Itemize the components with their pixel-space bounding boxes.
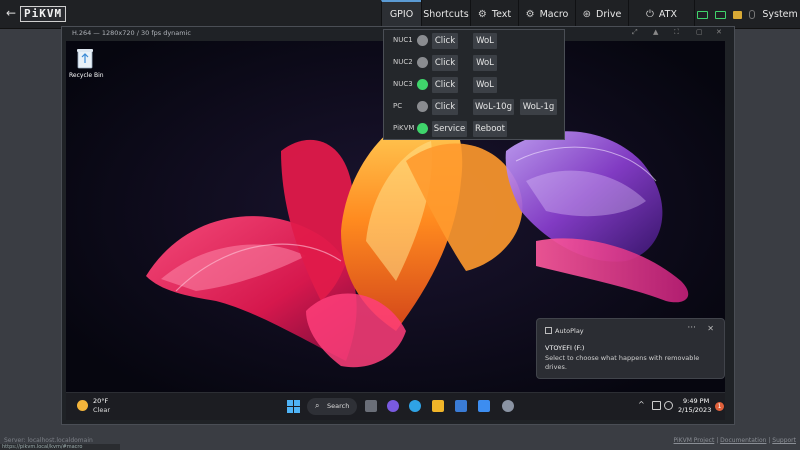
close-icon[interactable]: ✕	[716, 28, 722, 36]
maximize-icon[interactable]: ▢	[696, 28, 703, 36]
display-tray-icon[interactable]	[652, 401, 661, 410]
tab-shortcuts[interactable]: Shortcuts	[421, 0, 470, 29]
power-icon: ⏻	[646, 9, 654, 20]
fullscreen-icon[interactable]: ⛶	[674, 28, 679, 37]
pikvm-project-link[interactable]: PiKVM Project	[674, 437, 715, 444]
clock-date[interactable]: 2/15/2023	[678, 406, 711, 414]
gpio-name: NUC2	[393, 58, 413, 66]
chat-icon[interactable]	[387, 400, 399, 412]
recycle-bin-label: Recycle Bin	[69, 72, 104, 79]
gear-icon: ⚙	[477, 9, 487, 20]
nuc3-click-button[interactable]: Click	[432, 77, 458, 93]
server-status-text: Server: localhost.localdomain	[4, 437, 93, 444]
close-notification-icon[interactable]: ✕	[707, 324, 714, 333]
mouse-status-icon	[749, 10, 756, 19]
recycle-bin-icon[interactable]	[76, 47, 94, 69]
stream-title: H.264 — 1280x720 / 30 fps dynamic	[72, 29, 191, 37]
tab-macro-label: Macro	[539, 9, 569, 20]
autoplay-notification[interactable]: AutoPlay ··· ✕ VTOYEFI (F:) Select to ch…	[536, 318, 725, 379]
gpio-row: NUC1 Click WoL	[384, 33, 564, 49]
pikvm-logo[interactable]: PiKVM	[20, 6, 67, 22]
tab-drive-label: Drive	[596, 9, 622, 20]
back-arrow-icon[interactable]: ←	[6, 6, 16, 20]
monitor-status-icon	[697, 10, 709, 19]
top-navbar: ← PiKVM GPIO Shortcuts ⚙ Text ⚙ Macro ⊛ Dri…	[0, 0, 800, 29]
gpio-dropdown: NUC1 Click WoL NUC2 Click WoL NUC3 Click…	[383, 29, 565, 140]
pikvm-service-button[interactable]: Service	[432, 121, 467, 137]
tab-text[interactable]: ⚙ Text	[470, 0, 518, 29]
gpio-name: PC	[393, 102, 403, 110]
file-explorer-icon[interactable]	[432, 400, 444, 412]
tab-text-label: Text	[491, 9, 512, 20]
nuc1-click-button[interactable]: Click	[432, 33, 458, 49]
search-icon: ⌕	[315, 401, 320, 410]
hover-url-bar: https://pikvm.local/kvm/#macro	[0, 444, 120, 450]
gpio-row: NUC3 Click WoL	[384, 77, 564, 93]
weather-description[interactable]: Clear	[93, 406, 110, 414]
footer-links: PiKVM Project | Documentation | Support	[673, 437, 796, 444]
notification-title: VTOYEFI (F:)	[545, 344, 585, 352]
weather-moon-icon[interactable]	[77, 400, 88, 411]
more-options-icon[interactable]: ···	[687, 323, 696, 333]
gpio-row: PC Click WoL-10g WoL-1g	[384, 99, 564, 115]
mail-icon[interactable]	[478, 400, 490, 412]
gpio-name: NUC1	[393, 36, 413, 44]
tab-gpio-label: GPIO	[389, 9, 414, 20]
keyboard-status-icon	[733, 10, 743, 19]
gpio-row: PiKVM Service Reboot	[384, 121, 564, 137]
tab-system-label: System	[762, 9, 798, 20]
clock-time[interactable]: 9:49 PM	[683, 397, 709, 405]
gpio-row: NUC2 Click WoL	[384, 55, 564, 71]
windows-start-icon[interactable]	[287, 400, 300, 413]
drive-icon: ⊛	[582, 9, 592, 20]
screenshot-icon[interactable]: ▲	[653, 28, 658, 36]
weather-temperature[interactable]: 20°F	[93, 397, 108, 405]
tab-shortcuts-label: Shortcuts	[423, 9, 469, 20]
pc-wol-10g-button[interactable]: WoL-10g	[473, 99, 514, 115]
notification-app-name: AutoPlay	[555, 327, 584, 335]
documentation-link[interactable]: Documentation	[720, 437, 766, 444]
tab-atx[interactable]: ⏻ ATX	[628, 0, 694, 29]
nuc1-wol-button[interactable]: WoL	[473, 33, 497, 49]
tab-macro[interactable]: ⚙ Macro	[518, 0, 575, 29]
gpio-led-off	[417, 57, 428, 68]
gpio-led-off	[417, 101, 428, 112]
gpio-name: NUC3	[393, 80, 413, 88]
tray-chevron-icon[interactable]: ^	[638, 400, 645, 409]
gpio-led-on	[417, 79, 428, 90]
tab-gpio[interactable]: GPIO	[381, 0, 421, 29]
pc-click-button[interactable]: Click	[432, 99, 458, 115]
tab-atx-label: ATX	[658, 9, 677, 20]
tab-drive[interactable]: ⊛ Drive	[575, 0, 628, 29]
nuc2-click-button[interactable]: Click	[432, 55, 458, 71]
taskbar-search[interactable]: ⌕ Search	[307, 398, 357, 415]
windows-taskbar: 20°F Clear ⌕ Search ^ 9:49 PM 2/15/2023 …	[66, 392, 725, 420]
resize-icon[interactable]: ⤢	[632, 28, 638, 37]
notification-body: Select to choose what happens with remov…	[545, 354, 700, 371]
nuc2-wol-button[interactable]: WoL	[473, 55, 497, 71]
support-link[interactable]: Support	[772, 437, 796, 444]
search-label: Search	[327, 402, 350, 410]
network-tray-icon[interactable]	[664, 401, 673, 410]
stream-status-icon	[715, 10, 727, 19]
gear-icon: ⚙	[525, 9, 535, 20]
pc-wol-1g-button[interactable]: WoL-1g	[520, 99, 557, 115]
settings-icon[interactable]	[502, 400, 514, 412]
gpio-led-on	[417, 123, 428, 134]
notification-count-badge[interactable]: 1	[715, 402, 724, 411]
tab-system[interactable]: System	[694, 0, 800, 29]
store-icon[interactable]	[455, 400, 467, 412]
autoplay-app-icon	[545, 327, 552, 334]
nuc3-wol-button[interactable]: WoL	[473, 77, 497, 93]
task-view-icon[interactable]	[365, 400, 377, 412]
gpio-led-off	[417, 35, 428, 46]
gpio-name: PiKVM	[393, 124, 415, 132]
edge-browser-icon[interactable]	[409, 400, 421, 412]
pikvm-reboot-button[interactable]: Reboot	[473, 121, 507, 137]
